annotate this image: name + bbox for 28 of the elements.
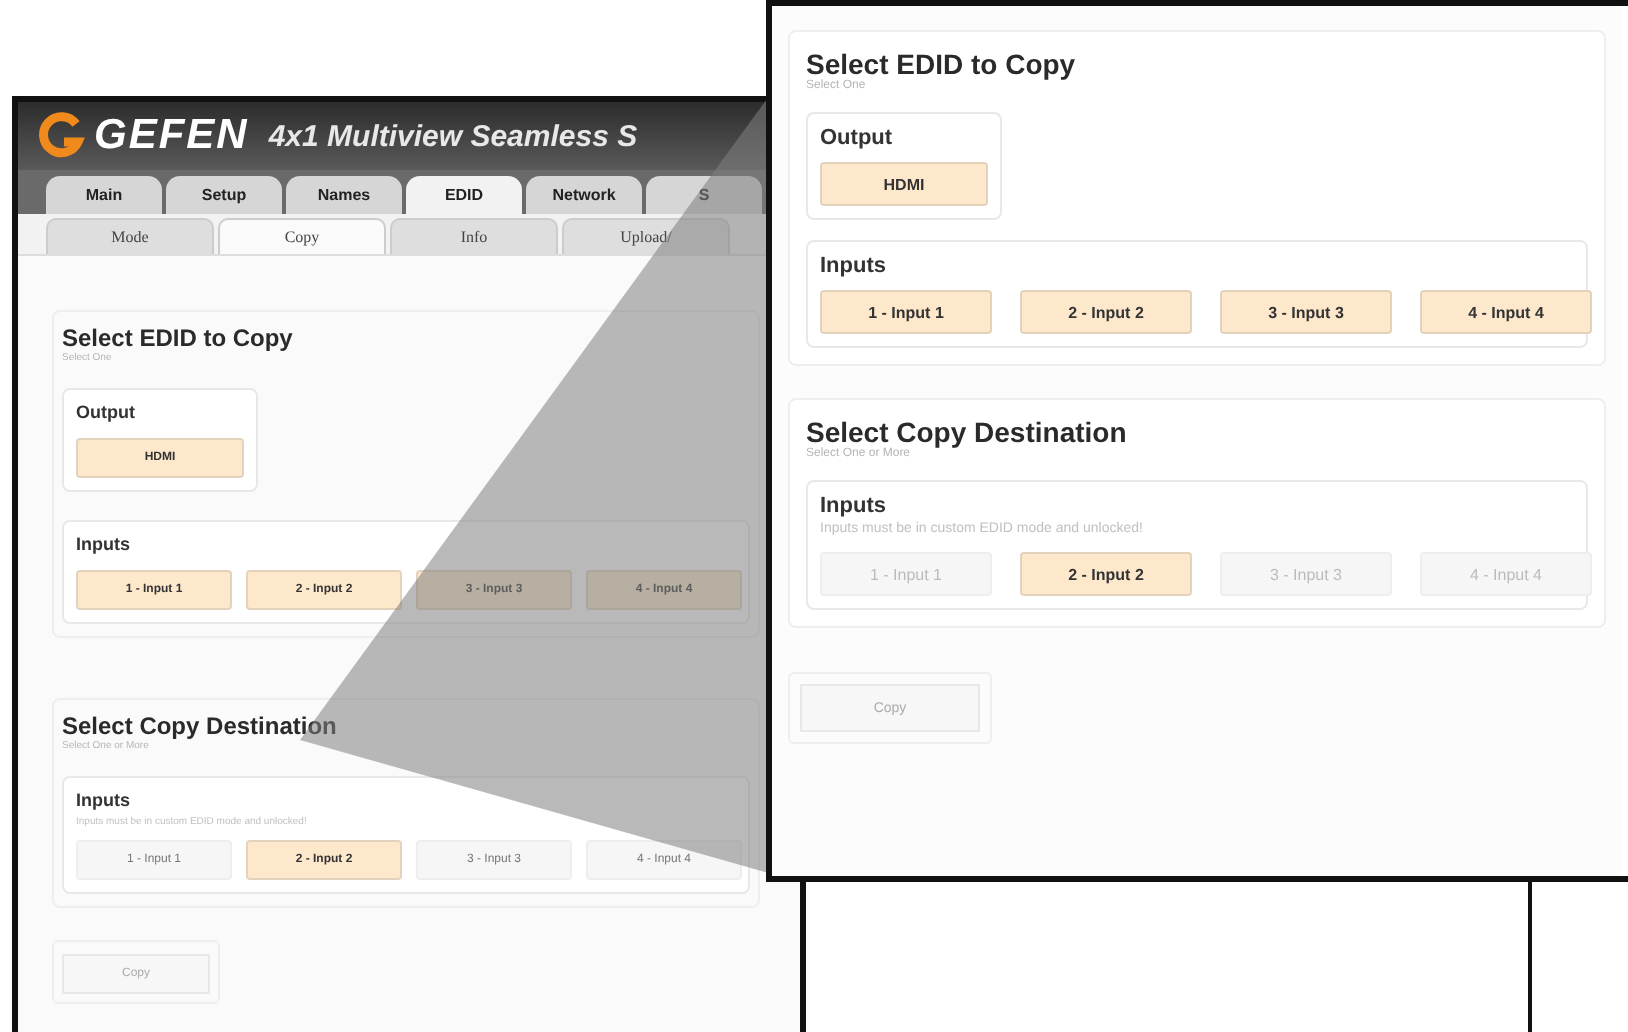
section-title: Select EDID to Copy [62,324,293,352]
sub-tab[interactable]: Copy [218,218,386,254]
group-label: Inputs [76,790,130,810]
output-button[interactable]: HDMI [820,162,988,206]
group-label: Output [76,402,135,422]
main-tab[interactable]: Names [286,176,402,214]
main-tab[interactable]: Setup [166,176,282,214]
window-title: 4x1 Multiview Seamless S [268,119,638,153]
group-label: Output [820,126,893,150]
group-label: Inputs [820,254,886,278]
section-title: Select Copy Destination [62,712,337,740]
input-button[interactable]: 2 - Input 2 [1020,552,1192,596]
input-button[interactable]: 3 - Input 3 [1220,290,1392,334]
main-tab[interactable]: Network [526,176,642,214]
sub-tab[interactable]: Mode [46,218,214,254]
section-title: Select EDID to Copy [806,48,1076,80]
section-title: Select Copy Destination [806,416,1127,448]
sub-tab[interactable]: Upload/ [562,218,730,254]
input-button[interactable]: 4 - Input 4 [1420,290,1592,334]
input-button[interactable]: 1 - Input 1 [820,290,992,334]
group-label: Inputs [76,534,130,554]
logo-text: GEFEN [94,112,249,160]
logo-icon [38,112,86,160]
sub-tab[interactable]: Info [390,218,558,254]
main-tab[interactable]: Main [46,176,162,214]
main-tab[interactable]: EDID [406,176,522,214]
input-button[interactable]: 2 - Input 2 [1020,290,1192,334]
group-label: Inputs [820,494,886,518]
